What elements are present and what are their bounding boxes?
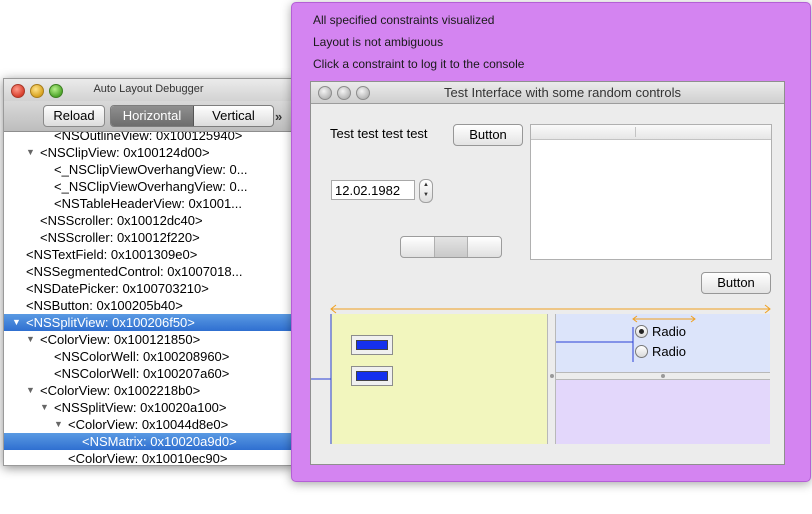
constraint-radio-width-orange[interactable] xyxy=(632,315,696,323)
outline-row-label: <_NSClipViewOverhangView: 0... xyxy=(54,179,248,194)
constraint-vertical-blue[interactable] xyxy=(311,314,634,444)
outline-row-label: <NSScroller: 0x10012f220> xyxy=(40,230,200,245)
outline-row[interactable]: <NSOutlineView: 0x100125940> xyxy=(4,132,293,144)
segment-horizontal[interactable]: Horizontal xyxy=(111,106,194,126)
outline-row[interactable]: <NSButton: 0x100205b40> xyxy=(4,297,293,314)
outline-row[interactable]: ▼ <NSSplitView: 0x10020a100> xyxy=(4,399,293,416)
disclosure-expanded-icon[interactable]: ▼ xyxy=(26,144,35,161)
outline-row-label: <NSSegmentedControl: 0x1007018... xyxy=(26,264,243,279)
outline-row-label: <NSScroller: 0x10012dc40> xyxy=(40,213,203,228)
outline-row[interactable]: <NSMatrix: 0x10020a9d0> xyxy=(4,433,293,450)
outline-row-label: <NSTableHeaderView: 0x1001... xyxy=(54,196,243,211)
outline-row-label: <ColorView: 0x10010ec90> xyxy=(68,451,228,465)
disclosure-expanded-icon[interactable]: ▼ xyxy=(26,382,35,399)
outline-row[interactable]: ▼ <ColorView: 0x10044d8e0> xyxy=(4,416,293,433)
outline-row[interactable]: <NSTableHeaderView: 0x1001... xyxy=(4,195,293,212)
outline-row-label: <NSMatrix: 0x10020a9d0> xyxy=(82,434,237,449)
outline-row-label: <ColorView: 0x10044d8e0> xyxy=(68,417,229,432)
outline-row-label: <NSColorWell: 0x100208960> xyxy=(54,349,230,364)
outline-row-label: <_NSClipViewOverhangView: 0... xyxy=(54,162,248,177)
disclosure-expanded-icon[interactable]: ▼ xyxy=(12,314,21,331)
outline-row-label: <NSSplitView: 0x100206f50> xyxy=(26,315,195,330)
outline-row[interactable]: <NSScroller: 0x10012dc40> xyxy=(4,212,293,229)
debugger-titlebar: Auto Layout Debugger xyxy=(4,79,293,101)
outline-row-label: <NSClipView: 0x100124d00> xyxy=(40,145,210,160)
orientation-segmented-control[interactable]: Horizontal Vertical xyxy=(110,105,274,127)
outline-row[interactable]: <_NSClipViewOverhangView: 0... xyxy=(4,178,293,195)
disclosure-expanded-icon[interactable]: ▼ xyxy=(40,399,49,416)
outline-row[interactable]: <ColorView: 0x10010ec90> xyxy=(4,450,293,465)
outline-row-label: <NSButton: 0x100205b40> xyxy=(26,298,183,313)
test-interface-window: Test Interface with some random controls… xyxy=(310,81,785,465)
segment-vertical[interactable]: Vertical xyxy=(194,106,273,126)
overlay-message-visualized: All specified constraints visualized xyxy=(313,13,495,27)
constraint-horizontal-orange[interactable] xyxy=(330,304,771,314)
disclosure-expanded-icon[interactable]: ▼ xyxy=(26,331,35,348)
outline-row-label: <ColorView: 0x1002218b0> xyxy=(40,383,201,398)
outline-row[interactable]: <NSColorWell: 0x100208960> xyxy=(4,348,293,365)
outline-row[interactable]: <NSScroller: 0x10012f220> xyxy=(4,229,293,246)
outline-row-label: <NSSplitView: 0x10020a100> xyxy=(54,400,227,415)
outline-row-label: <NSColorWell: 0x100207a60> xyxy=(54,366,230,381)
outline-row-label: <NSDatePicker: 0x100703210> xyxy=(26,281,209,296)
disclosure-expanded-icon[interactable]: ▼ xyxy=(54,416,63,433)
outline-row-label: <NSOutlineView: 0x100125940> xyxy=(54,132,243,143)
outline-row[interactable]: <NSColorWell: 0x100207a60> xyxy=(4,365,293,382)
outline-row[interactable]: ▼ <ColorView: 0x100121850> xyxy=(4,331,293,348)
overlay-message-ambiguity: Layout is not ambiguous xyxy=(313,35,444,49)
reload-button[interactable]: Reload xyxy=(43,105,105,127)
auto-layout-debugger-window: Auto Layout Debugger Reload Horizontal V… xyxy=(3,78,294,466)
outline-row[interactable]: <_NSClipViewOverhangView: 0... xyxy=(4,161,293,178)
view-hierarchy-outline[interactable]: <NSOutlineView: 0x100125940> ▼ <NSClipView… xyxy=(4,132,293,465)
overlay-message-instructions: Click a constraint to log it to the cons… xyxy=(313,57,525,71)
outline-row[interactable]: ▼ <NSSplitView: 0x100206f50> xyxy=(4,314,293,331)
outline-row[interactable]: <NSDatePicker: 0x100703210> xyxy=(4,280,293,297)
toolbar-overflow-chevron-icon[interactable]: » xyxy=(275,109,282,124)
debugger-title: Auto Layout Debugger xyxy=(93,83,204,95)
outline-row[interactable]: <NSSegmentedControl: 0x1007018... xyxy=(4,263,293,280)
outline-row[interactable]: <NSTextField: 0x1001309e0> xyxy=(4,246,293,263)
outline-row[interactable]: ▼ <NSClipView: 0x100124d00> xyxy=(4,144,293,161)
outline-row-label: <NSTextField: 0x1001309e0> xyxy=(26,247,198,262)
constraint-lines[interactable] xyxy=(311,82,784,464)
outline-row[interactable]: ▼ <ColorView: 0x1002218b0> xyxy=(4,382,293,399)
outline-row-label: <ColorView: 0x100121850> xyxy=(40,332,201,347)
debugger-toolbar: Reload Horizontal Vertical » xyxy=(4,101,293,132)
